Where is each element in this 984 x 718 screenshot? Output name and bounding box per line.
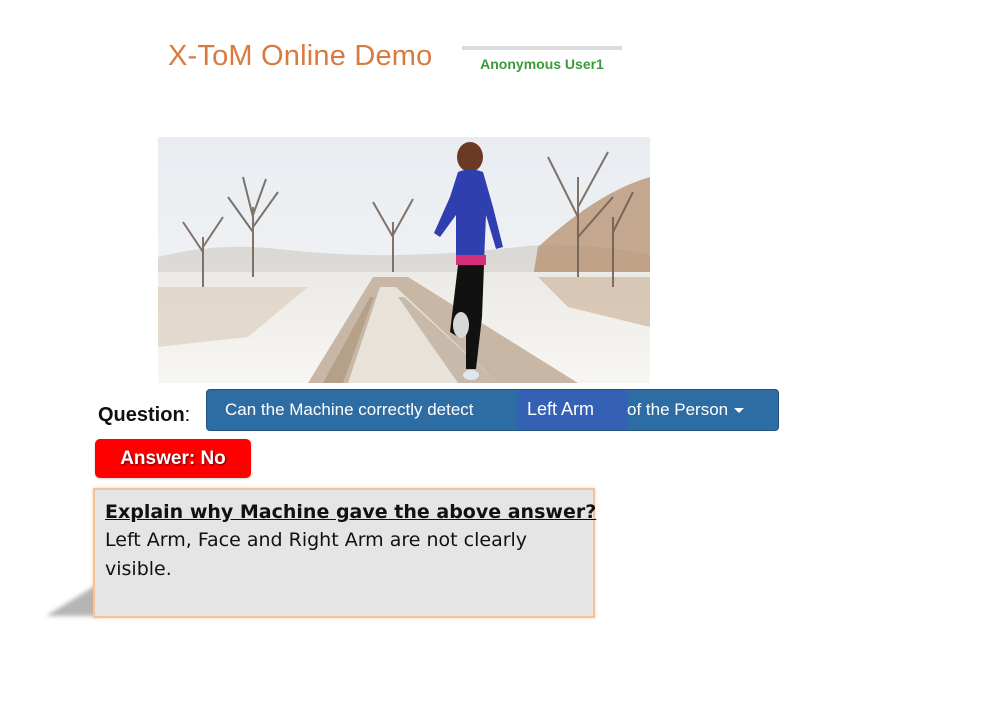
explanation-box: Explain why Machine gave the above answe… (93, 488, 597, 618)
explanation-heading: Explain why Machine gave the above answe… (105, 501, 597, 523)
shadow-decoration (46, 584, 98, 616)
question-image (158, 137, 650, 383)
question-suffix-text: of the Person (627, 400, 729, 419)
body-part-select[interactable]: Left Arm (517, 390, 627, 430)
caret-down-icon[interactable] (734, 408, 745, 414)
question-label: Question: (98, 404, 191, 426)
question-dropdown[interactable]: Can the Machine correctly detect Left Ar… (206, 389, 779, 431)
user-box: Anonymous User1 (462, 46, 622, 74)
question-suffix: of the Person (627, 400, 745, 420)
question-prefix: Can the Machine correctly detect (225, 400, 474, 419)
app-title: X-ToM Online Demo (168, 40, 433, 72)
user-name: Anonymous User1 (480, 56, 604, 72)
page: X-ToM Online Demo Anonymous User1 Questi… (0, 0, 984, 718)
question-label-text: Question (98, 404, 185, 426)
explanation-text: Left Arm, Face and Right Arm are not cle… (105, 529, 528, 580)
answer-badge: Answer: No (95, 439, 251, 478)
